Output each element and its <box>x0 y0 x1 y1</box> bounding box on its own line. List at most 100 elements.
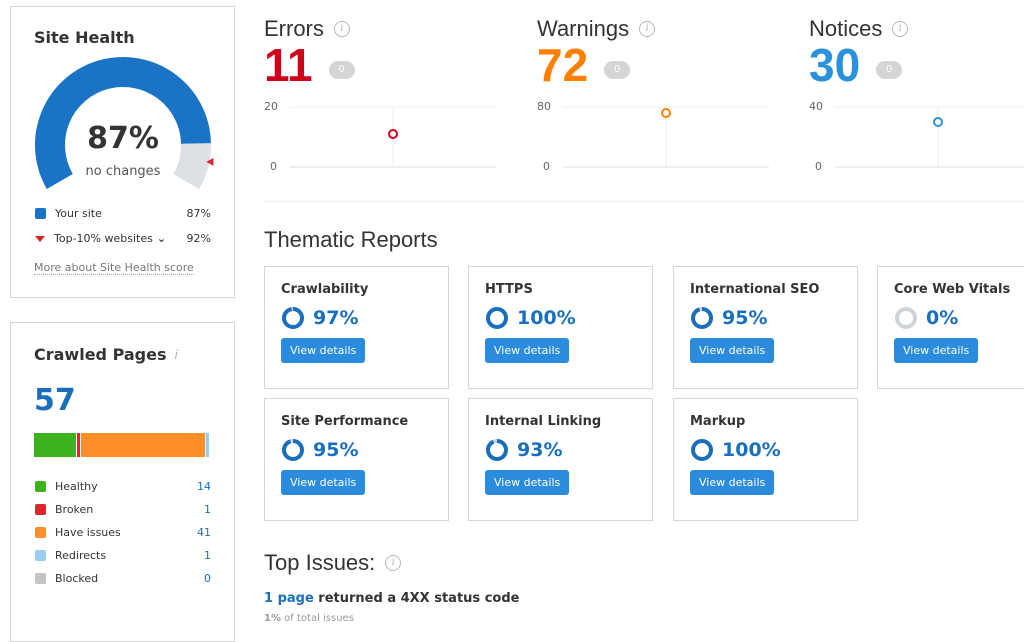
issue-link[interactable]: 1 page <box>264 591 314 606</box>
report-name[interactable]: Core Web Vitals <box>894 282 1024 297</box>
legend-label: Your site <box>55 207 102 220</box>
blue-square-icon <box>35 208 46 219</box>
top-issues-title: Top Issues: <box>264 550 376 575</box>
legend-label: Have issues <box>55 526 121 539</box>
report-percent: 95% <box>313 439 359 461</box>
view-details-button[interactable]: View details <box>485 338 570 363</box>
report-percent: 93% <box>517 439 563 461</box>
info-icon[interactable]: i <box>333 21 350 37</box>
delta-badge: 0 <box>328 61 355 79</box>
bar-segment-healthy[interactable] <box>34 433 77 457</box>
site-health-change: no changes <box>85 164 161 179</box>
y-max-label: 40 <box>809 100 823 113</box>
thematic-card: International SEO 95% View details <box>673 266 858 389</box>
issue-share-text: of total issues <box>280 613 354 624</box>
metric-value[interactable]: 30 <box>809 38 860 92</box>
info-icon[interactable]: i <box>892 21 909 37</box>
report-name[interactable]: International SEO <box>690 282 841 297</box>
data-point[interactable] <box>933 117 943 127</box>
thematic-card: Core Web Vitals 0% View details <box>877 266 1024 389</box>
thematic-card: HTTPS 100% View details <box>468 266 653 389</box>
report-name[interactable]: Markup <box>690 414 841 429</box>
view-details-button[interactable]: View details <box>894 338 979 363</box>
legend-value: 87% <box>186 207 211 220</box>
legend-label: Top-10% websites <box>54 232 153 245</box>
crawled-legend-item[interactable]: Healthy 14 <box>35 480 211 493</box>
gauge-remaining <box>172 143 211 189</box>
thematic-title: Thematic Reports <box>264 227 438 252</box>
metric-chart: 80 0 <box>537 100 769 173</box>
report-percent: 100% <box>517 307 576 329</box>
info-icon[interactable]: i <box>639 21 656 37</box>
legend-label: Redirects <box>55 549 107 562</box>
donut-icon <box>282 439 304 461</box>
report-name[interactable]: HTTPS <box>485 282 636 297</box>
color-square-icon <box>35 550 46 561</box>
view-details-button[interactable]: View details <box>690 338 775 363</box>
thematic-card: Internal Linking 93% View details <box>468 398 653 521</box>
crawled-legend-item[interactable]: Broken 1 <box>35 503 211 516</box>
view-details-button[interactable]: View details <box>281 470 366 495</box>
donut-icon <box>282 307 304 329</box>
y-min-label: 0 <box>815 160 822 173</box>
y-min-label: 0 <box>543 160 550 173</box>
metric-errors: Errors i 11 0 <box>264 16 504 92</box>
metric-value[interactable]: 11 <box>264 38 313 92</box>
legend-value[interactable]: 1 <box>204 549 211 562</box>
legend-value[interactable]: 41 <box>197 526 211 539</box>
legend-your-site: Your site 87% <box>35 207 211 220</box>
legend-value[interactable]: 14 <box>197 480 211 493</box>
donut-icon <box>486 439 508 461</box>
top-issue-row: 1 page returned a 4XX status code <box>264 591 519 606</box>
report-percent: 95% <box>722 307 768 329</box>
bar-segment-blocked[interactable] <box>209 433 210 457</box>
site-health-percent: 87% <box>87 121 159 156</box>
thematic-card: Crawlability 97% View details <box>264 266 449 389</box>
report-name[interactable]: Site Performance <box>281 414 432 429</box>
donut-icon <box>895 307 917 329</box>
y-max-label: 20 <box>264 100 278 113</box>
delta-badge: 0 <box>876 61 903 79</box>
data-point[interactable] <box>661 108 671 118</box>
view-details-button[interactable]: View details <box>485 470 570 495</box>
site-health-link[interactable]: More about Site Health score <box>34 261 194 275</box>
bar-segment-have-issues[interactable] <box>80 433 205 457</box>
site-health-card: Site Health 87% no changes Your site 87% … <box>10 6 235 298</box>
y-min-label: 0 <box>270 160 277 173</box>
crawled-legend-item[interactable]: Blocked 0 <box>35 572 211 585</box>
color-square-icon <box>35 504 46 515</box>
crawled-title: Crawled Pages <box>34 345 167 364</box>
metric-warnings: Warnings i 72 0 <box>537 16 777 92</box>
metric-chart: 20 0 <box>264 100 496 173</box>
crawled-legend-item[interactable]: Have issues 41 <box>35 526 211 539</box>
crawled-legend-item[interactable]: Redirects 1 <box>35 549 211 562</box>
crawled-total[interactable]: 57 <box>34 383 76 418</box>
data-point[interactable] <box>388 129 398 139</box>
donut-icon <box>691 439 713 461</box>
metric-chart: 40 0 <box>809 100 1024 173</box>
legend-label: Broken <box>55 503 94 516</box>
report-name[interactable]: Crawlability <box>281 282 432 297</box>
color-square-icon <box>35 481 46 492</box>
view-details-button[interactable]: View details <box>690 470 775 495</box>
color-square-icon <box>35 527 46 538</box>
info-icon[interactable]: i <box>175 348 178 362</box>
divider <box>264 201 1024 202</box>
legend-value[interactable]: 0 <box>204 572 211 585</box>
view-details-button[interactable]: View details <box>281 338 366 363</box>
crawled-bar <box>34 433 210 457</box>
legend-top10[interactable]: Top-10% websites ⌄ 92% <box>35 232 211 245</box>
thematic-card: Markup 100% View details <box>673 398 858 521</box>
red-triangle-icon <box>35 235 45 242</box>
legend-value[interactable]: 1 <box>204 503 211 516</box>
legend-value: 92% <box>186 232 211 245</box>
report-percent: 100% <box>722 439 781 461</box>
y-max-label: 80 <box>537 100 551 113</box>
report-name[interactable]: Internal Linking <box>485 414 636 429</box>
donut-icon <box>691 307 713 329</box>
info-icon[interactable]: i <box>385 555 402 571</box>
metric-value[interactable]: 72 <box>537 38 588 92</box>
donut-icon <box>486 307 508 329</box>
chevron-down-icon[interactable]: ⌄ <box>157 232 166 245</box>
thematic-card: Site Performance 95% View details <box>264 398 449 521</box>
